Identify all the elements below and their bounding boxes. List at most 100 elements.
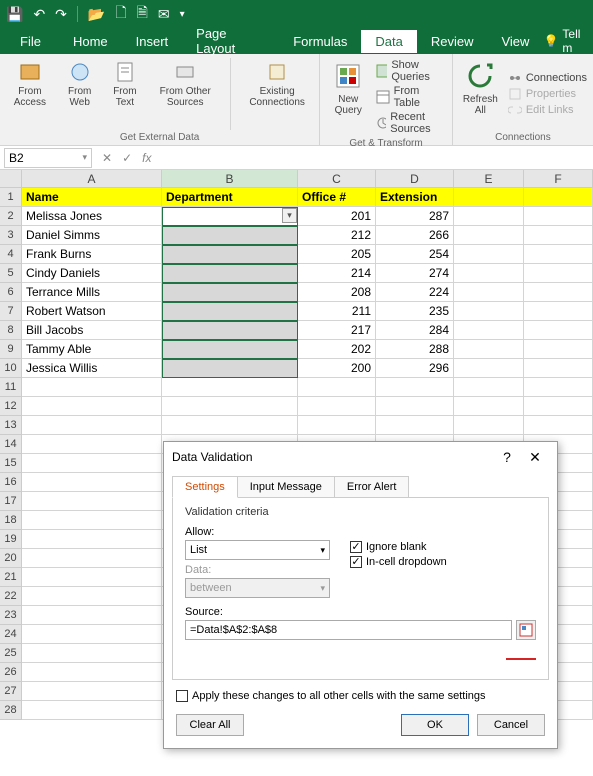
menu-view[interactable]: View [487,30,543,53]
properties-button[interactable]: Properties [508,86,587,102]
cell[interactable]: 266 [376,226,454,245]
cell[interactable] [376,378,454,397]
col-header-C[interactable]: C [298,170,376,188]
cell[interactable]: 287 [376,207,454,226]
cell[interactable] [22,587,162,606]
cell[interactable]: Office # [298,188,376,207]
cell[interactable]: Terrance Mills [22,283,162,302]
cell[interactable]: 254 [376,245,454,264]
cell[interactable] [524,264,593,283]
row-header[interactable]: 10 [0,359,22,378]
new-query-button[interactable]: New Query [326,58,370,136]
row-header[interactable]: 17 [0,492,22,511]
cancel-button[interactable]: Cancel [477,714,545,736]
new-icon[interactable]: 🗋 [115,2,126,26]
range-picker-icon[interactable] [516,620,536,640]
close-icon[interactable]: ✕ [521,449,549,466]
menu-home[interactable]: Home [59,30,122,53]
cell[interactable] [162,359,298,378]
cell[interactable] [162,283,298,302]
edit-links-button[interactable]: Edit Links [508,102,587,118]
cell[interactable] [524,302,593,321]
source-input[interactable] [185,620,512,640]
row-header[interactable]: 20 [0,549,22,568]
qat-dropdown-icon[interactable]: ▾ [180,9,185,20]
cell[interactable]: Daniel Simms [22,226,162,245]
menu-formulas[interactable]: Formulas [279,30,361,53]
row-header[interactable]: 25 [0,644,22,663]
cell[interactable] [22,625,162,644]
cell[interactable] [298,397,376,416]
tab-error-alert[interactable]: Error Alert [334,476,410,498]
dropdown-arrow-icon[interactable]: ▾ [282,208,297,223]
cell[interactable] [162,416,298,435]
cell[interactable] [162,302,298,321]
preview-icon[interactable]: 🗎 [137,2,148,26]
cell[interactable] [454,283,524,302]
cell[interactable] [22,454,162,473]
cell[interactable] [524,321,593,340]
col-header-F[interactable]: F [524,170,593,188]
cell[interactable]: Bill Jacobs [22,321,162,340]
menu-data[interactable]: Data [361,30,416,53]
cell[interactable]: Melissa Jones [22,207,162,226]
row-header[interactable]: 13 [0,416,22,435]
row-header[interactable]: 8 [0,321,22,340]
row-header[interactable]: 24 [0,625,22,644]
recent-sources-button[interactable]: Recent Sources [376,110,446,136]
row-header[interactable]: 19 [0,530,22,549]
tell-me[interactable]: 💡Tell m [543,27,591,55]
tab-input-message[interactable]: Input Message [237,476,335,498]
cell[interactable] [524,188,593,207]
select-all-corner[interactable] [0,170,22,188]
apply-changes-checkbox[interactable]: Apply these changes to all other cells w… [176,690,545,702]
cell[interactable] [22,682,162,701]
row-header[interactable]: 18 [0,511,22,530]
cell[interactable] [454,207,524,226]
email-icon[interactable]: ✉ [158,6,170,23]
row-header[interactable]: 7 [0,302,22,321]
cell[interactable]: 296 [376,359,454,378]
from-text-button[interactable]: From Text [106,58,144,130]
row-header[interactable]: 14 [0,435,22,454]
row-header[interactable]: 12 [0,397,22,416]
fx-icon[interactable]: fx [142,151,151,165]
cell[interactable] [298,416,376,435]
cell[interactable]: Department [162,188,298,207]
open-icon[interactable]: 📂 [88,6,105,23]
cell[interactable] [22,549,162,568]
cell[interactable] [22,663,162,682]
from-other-sources-button[interactable]: From Other Sources [150,58,220,130]
show-queries-button[interactable]: Show Queries [376,58,446,84]
col-header-E[interactable]: E [454,170,524,188]
name-box[interactable]: B2▾ [4,148,92,168]
cell[interactable]: 208 [298,283,376,302]
cell[interactable] [162,378,298,397]
row-header[interactable]: 26 [0,663,22,682]
cell[interactable] [524,416,593,435]
cell[interactable] [454,378,524,397]
cell[interactable] [524,359,593,378]
existing-connections-button[interactable]: Existing Connections [241,58,313,130]
menu-review[interactable]: Review [417,30,488,53]
cell[interactable]: Frank Burns [22,245,162,264]
cell[interactable] [454,359,524,378]
cell[interactable] [454,245,524,264]
from-access-button[interactable]: From Access [6,58,54,130]
cell[interactable]: Jessica Willis [22,359,162,378]
cell[interactable] [454,302,524,321]
cancel-icon[interactable]: ✕ [102,151,112,165]
cell[interactable] [524,340,593,359]
cell[interactable] [22,701,162,720]
cell[interactable] [162,321,298,340]
cell[interactable] [22,568,162,587]
row-header[interactable]: 2 [0,207,22,226]
row-header[interactable]: 27 [0,682,22,701]
cell[interactable] [376,397,454,416]
ignore-blank-checkbox[interactable]: Ignore blank [350,541,447,553]
cell[interactable] [22,435,162,454]
row-header[interactable]: 28 [0,701,22,720]
cell[interactable]: 224 [376,283,454,302]
row-header[interactable]: 22 [0,587,22,606]
cell[interactable] [22,397,162,416]
